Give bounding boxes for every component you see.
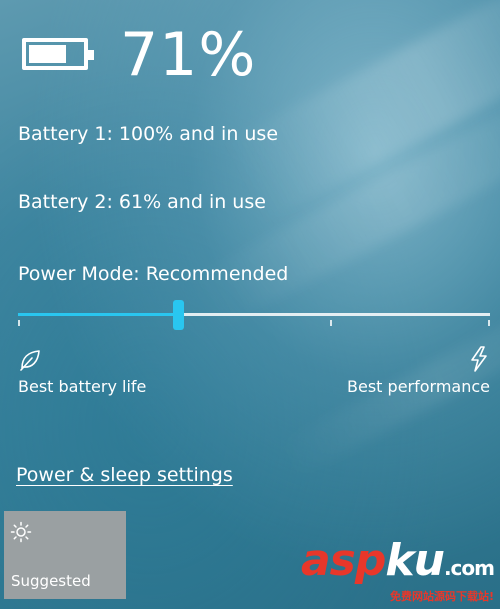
power-mode-label: Power Mode: Recommended [18, 263, 289, 285]
site-watermark: aspku.com 免费网站源码下载站! [300, 535, 495, 604]
battery-tip [88, 50, 94, 60]
best-battery-life-label: Best battery life [18, 377, 147, 396]
watermark-subtitle: 免费网站源码下载站! [389, 590, 494, 603]
slider-thumb[interactable] [173, 300, 184, 330]
slider-tick-better [330, 320, 332, 326]
power-mode-slider[interactable] [18, 300, 490, 330]
slider-tick-performance [488, 320, 490, 326]
battery-2-status: Battery 2: 61% and in use [18, 191, 266, 213]
sun-icon [10, 521, 32, 543]
quick-action-label: Suggested [11, 572, 91, 590]
battery-1-status: Battery 1: 100% and in use [18, 123, 279, 145]
slider-filled-track [18, 313, 178, 316]
slider-tick-battery [18, 320, 20, 326]
watermark-logo: aspku.com [300, 535, 495, 586]
power-sleep-settings-link[interactable]: Power & sleep settings [16, 462, 233, 488]
bolt-icon [471, 346, 487, 372]
leaf-icon [20, 350, 40, 371]
quick-action-tile-suggested[interactable]: Suggested [4, 511, 126, 599]
battery-percentage: 71% [120, 20, 257, 90]
battery-level-fill [29, 45, 66, 63]
best-performance-label: Best performance [347, 377, 490, 396]
battery-icon [22, 38, 94, 70]
